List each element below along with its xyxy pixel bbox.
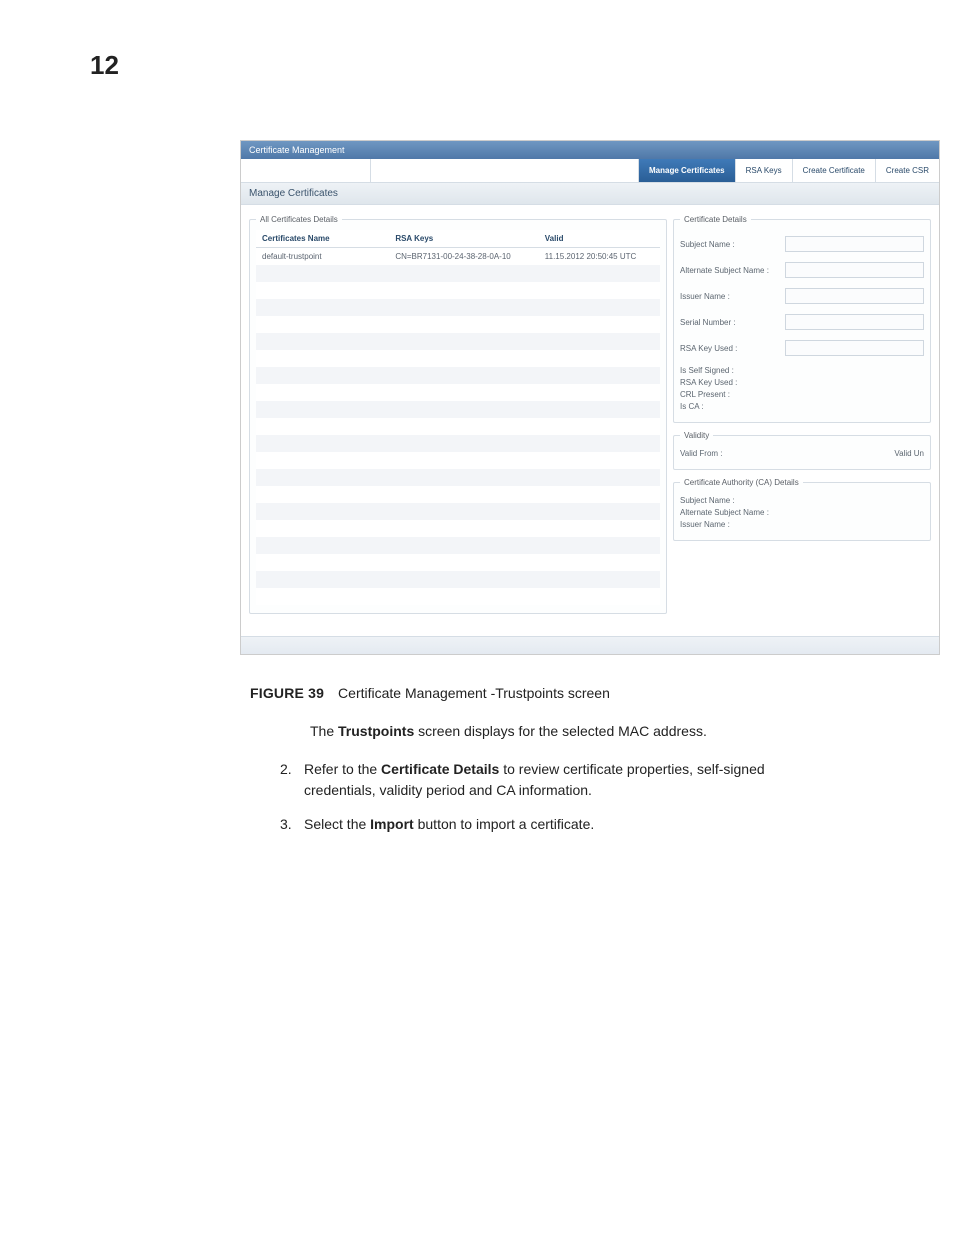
step-3-number: 3. [280, 814, 304, 834]
bottom-bar [241, 636, 939, 654]
input-rsa-key-used[interactable] [785, 340, 924, 356]
cell-cert-name: default-trustpoint [256, 248, 389, 266]
certificate-details-group: Certificate Details Subject Name : Alter… [673, 215, 931, 423]
step-3: 3. Select the Import button to import a … [280, 814, 820, 834]
cell-valid: 11.15.2012 20:50:45 UTC [539, 248, 660, 266]
input-serial-number[interactable] [785, 314, 924, 330]
step-2-number: 2. [280, 759, 304, 800]
intro-paragraph: The Trustpoints screen displays for the … [310, 721, 820, 741]
figure-caption: FIGURE 39 Certificate Management -Trustp… [250, 685, 894, 701]
certificates-table: Certificates Name RSA Keys Valid default… [256, 230, 660, 605]
label-issuer-name: Issuer Name : [680, 292, 785, 301]
input-issuer-name[interactable] [785, 288, 924, 304]
top-toolbar: Manage Certificates RSA Keys Create Cert… [241, 159, 939, 183]
label-ca-subject-name: Subject Name : [680, 496, 785, 505]
certificate-management-screenshot: Certificate Management Manage Certificat… [240, 140, 940, 655]
col-rsa-keys[interactable]: RSA Keys [389, 230, 538, 248]
page-number: 12 [90, 50, 119, 81]
figure-label: FIGURE 39 [250, 685, 324, 701]
tab-manage-certificates[interactable]: Manage Certificates [638, 159, 735, 182]
step-2: 2. Refer to the Certificate Details to r… [280, 759, 820, 800]
label-valid-until: Valid Un [894, 449, 924, 458]
validity-group: Validity Valid From : Valid Un [673, 431, 931, 470]
certificate-details-legend: Certificate Details [680, 215, 751, 224]
label-rsa-key-used-2: RSA Key Used : [680, 378, 785, 387]
all-certificates-group: All Certificates Details Certificates Na… [249, 215, 667, 614]
tab-create-csr[interactable]: Create CSR [875, 159, 939, 182]
label-serial-number: Serial Number : [680, 318, 785, 327]
all-certificates-legend: All Certificates Details [256, 215, 342, 224]
input-subject-name[interactable] [785, 236, 924, 252]
tab-rsa-keys[interactable]: RSA Keys [735, 159, 792, 182]
toolbar-spacer [241, 159, 371, 182]
col-valid[interactable]: Valid [539, 230, 660, 248]
input-alt-subject-name[interactable] [785, 262, 924, 278]
label-is-ca: Is CA : [680, 402, 785, 411]
label-valid-from: Valid From : [680, 449, 723, 458]
ca-details-legend: Certificate Authority (CA) Details [680, 478, 803, 487]
col-cert-name[interactable]: Certificates Name [256, 230, 389, 248]
cell-rsa-keys: CN=BR7131-00-24-38-28-0A-10 [389, 248, 538, 266]
label-crl-present: CRL Present : [680, 390, 785, 399]
label-ca-alt-subject-name: Alternate Subject Name : [680, 508, 820, 517]
label-subject-name: Subject Name : [680, 240, 785, 249]
table-row[interactable]: default-trustpoint CN=BR7131-00-24-38-28… [256, 248, 660, 266]
section-subheader: Manage Certificates [241, 183, 939, 205]
label-alt-subject-name: Alternate Subject Name : [680, 266, 785, 275]
tab-create-certificate[interactable]: Create Certificate [792, 159, 875, 182]
ca-details-group: Certificate Authority (CA) Details Subje… [673, 478, 931, 541]
figure-title: Certificate Management -Trustpoints scre… [338, 685, 610, 701]
label-rsa-key-used: RSA Key Used : [680, 344, 785, 353]
validity-legend: Validity [680, 431, 713, 440]
label-ca-issuer-name: Issuer Name : [680, 520, 785, 529]
window-title: Certificate Management [241, 141, 939, 159]
label-is-self-signed: Is Self Signed : [680, 366, 785, 375]
